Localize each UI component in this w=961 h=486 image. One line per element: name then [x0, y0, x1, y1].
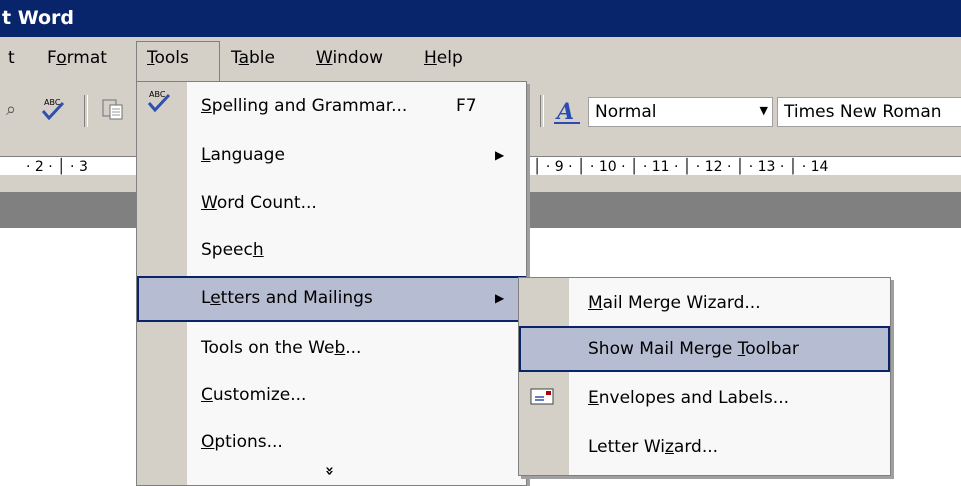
svg-text:ABC: ABC	[149, 90, 166, 99]
title-bar: t Word	[0, 0, 961, 37]
menu-item-envelopes-and-labels[interactable]: Envelopes and Labels...	[519, 375, 890, 421]
menu-item-show-mail-merge-toolbar[interactable]: Show Mail Merge Toolbar	[519, 326, 890, 372]
menu-item-label: Spelling and Grammar...	[201, 96, 408, 116]
menu-item-shortcut: F7	[456, 96, 477, 116]
font-combo[interactable]: Times New Roman	[777, 97, 961, 127]
menu-item-options[interactable]: Options...	[137, 420, 526, 466]
menu-item-label: Mail Merge Wizard...	[588, 293, 761, 313]
svg-text:A: A	[555, 99, 574, 125]
zoom-icon[interactable]: ⌕	[6, 99, 36, 129]
spelling-toolbar-icon[interactable]: ABC	[38, 94, 68, 124]
submenu-arrow-icon: ▶	[495, 291, 505, 305]
style-combo[interactable]: Normal ▼	[588, 97, 773, 127]
ruler-marks-left: · 2 · │ · 3	[26, 159, 88, 175]
menu-item-label: Word Count...	[201, 193, 317, 213]
letters-and-mailings-submenu: Mail Merge Wizard... Show Mail Merge Too…	[518, 277, 891, 476]
expand-menu-chevron-icon[interactable]: »	[321, 466, 339, 476]
menu-item-language[interactable]: Language ▶	[137, 133, 526, 179]
ruler-marks-right: │ · 9 · │ · 10 · │ · 11 · │ · 12 · │ · 1…	[533, 159, 829, 175]
menu-tools[interactable]: Tools	[147, 48, 189, 68]
menu-item-spelling-grammar[interactable]: ABC Spelling and Grammar... F7	[137, 84, 526, 130]
menu-item-label: Options...	[201, 432, 283, 452]
spelling-icon: ABC	[144, 86, 174, 116]
menu-help[interactable]: Help	[424, 48, 463, 68]
submenu-arrow-icon: ▶	[495, 148, 505, 162]
window-title: t Word	[2, 7, 75, 29]
paste-icon[interactable]	[98, 94, 128, 124]
tools-menu: ABC Spelling and Grammar... F7 Language …	[136, 81, 527, 486]
menu-item-label: Customize...	[201, 385, 307, 405]
svg-text:ABC: ABC	[44, 98, 61, 107]
menu-item-label: Tools on the Web...	[201, 338, 362, 358]
menu-item-label: Speech	[201, 240, 264, 260]
menu-item-label: Envelopes and Labels...	[588, 388, 789, 408]
style-combo-value: Normal	[595, 102, 657, 122]
menu-item-speech[interactable]: Speech	[137, 228, 526, 274]
menu-item-letter-wizard[interactable]: Letter Wizard...	[519, 424, 890, 470]
menu-bar: t Format Tools Table Window Help	[0, 37, 961, 81]
menu-format[interactable]: Format	[47, 48, 107, 68]
menu-item-mail-merge-wizard[interactable]: Mail Merge Wizard...	[519, 280, 890, 326]
envelope-icon	[529, 387, 555, 407]
menu-insert-partial[interactable]: t	[8, 48, 15, 68]
menu-item-word-count[interactable]: Word Count...	[137, 181, 526, 227]
menu-table[interactable]: Table	[231, 48, 275, 68]
styles-and-formatting-icon[interactable]: A	[552, 97, 582, 127]
menu-item-label: Show Mail Merge Toolbar	[588, 339, 799, 359]
menu-item-tools-on-the-web[interactable]: Tools on the Web...	[137, 326, 526, 372]
menu-item-label: Language	[201, 145, 285, 165]
menu-item-label: Letters and Mailings	[201, 288, 373, 308]
menu-item-letters-and-mailings[interactable]: Letters and Mailings ▶	[137, 276, 526, 322]
menu-item-customize[interactable]: Customize...	[137, 373, 526, 419]
menu-item-label: Letter Wizard...	[588, 437, 719, 457]
dropdown-arrow-icon[interactable]: ▼	[760, 104, 768, 117]
font-combo-value: Times New Roman	[784, 102, 942, 122]
menu-window[interactable]: Window	[316, 48, 383, 68]
